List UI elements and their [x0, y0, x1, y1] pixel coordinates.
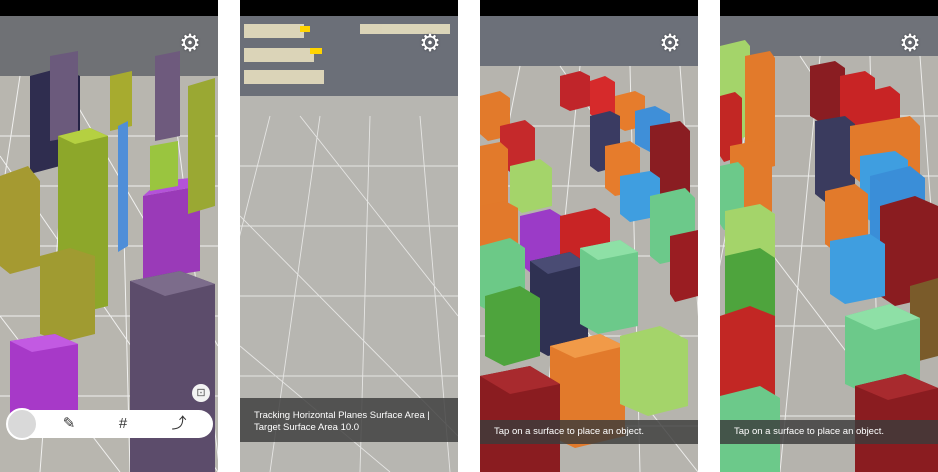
- screen-2: ⚙ Tracking Horizontal Planes Surface Are…: [240, 0, 458, 472]
- ar-camera-view[interactable]: [480, 16, 698, 472]
- grid-hash-icon[interactable]: #: [108, 410, 138, 438]
- shutter-button[interactable]: [6, 408, 38, 440]
- screen-3: ⚙ Tap on a surface to place an object.: [480, 0, 698, 472]
- text-scan-icon[interactable]: ⊡: [192, 384, 210, 402]
- status-bar: [480, 0, 698, 16]
- instruction-message: Tap on a surface to place an object.: [480, 420, 698, 444]
- settings-gear-icon[interactable]: ⚙: [178, 32, 202, 56]
- ar-camera-view[interactable]: [0, 16, 218, 472]
- status-bar: [720, 0, 938, 16]
- status-bar: [240, 0, 458, 16]
- share-icon[interactable]: ⤴: [164, 410, 194, 438]
- tracking-status-message: Tracking Horizontal Planes Surface Area …: [240, 398, 458, 442]
- edit-icon[interactable]: ✎: [54, 410, 84, 438]
- settings-gear-icon[interactable]: ⚙: [418, 32, 442, 56]
- status-bar: [0, 0, 218, 16]
- ar-camera-view[interactable]: [720, 16, 938, 472]
- bottom-toolbar: ✎ # ⤴: [6, 408, 213, 440]
- settings-gear-icon[interactable]: ⚙: [658, 32, 682, 56]
- screen-1: ⚙ ⊡ ✎ # ⤴: [0, 0, 218, 472]
- settings-gear-icon[interactable]: ⚙: [898, 32, 922, 56]
- instruction-message: Tap on a surface to place an object.: [720, 420, 938, 444]
- screen-4: ⚙ Tap on a surface to place an object.: [720, 0, 938, 472]
